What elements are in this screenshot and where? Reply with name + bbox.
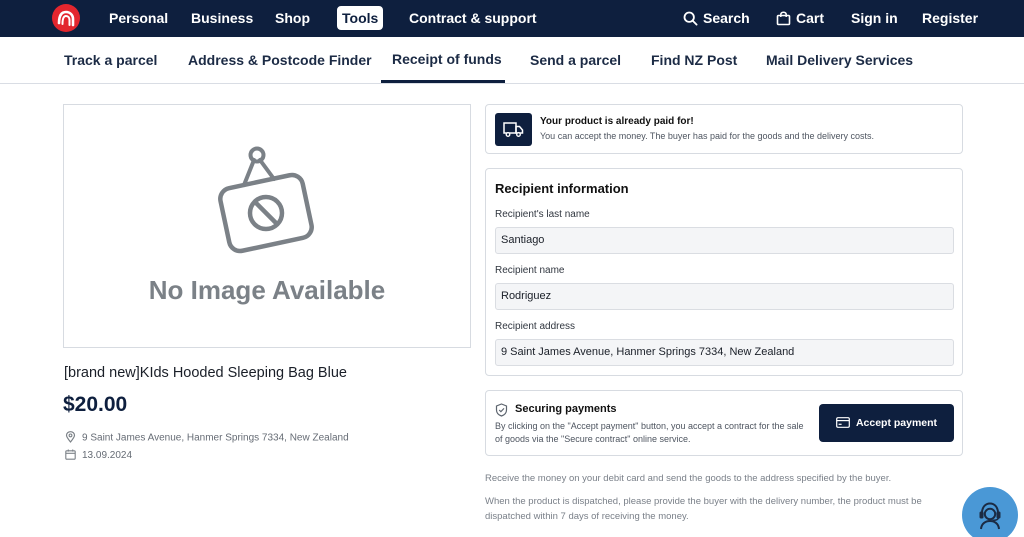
payment-status-card: Your product is already paid for! You ca…	[485, 104, 963, 154]
active-tab-indicator	[381, 80, 505, 83]
cart-link[interactable]: Cart	[776, 0, 824, 37]
tab-find-nz-post[interactable]: Find NZ Post	[651, 37, 737, 84]
topnav-tools[interactable]: Tools	[337, 6, 384, 30]
recipient-heading: Recipient information	[495, 181, 629, 196]
recipient-last-name-label: Recipient's last name	[495, 209, 590, 220]
sign-in-link[interactable]: Sign in	[851, 0, 898, 37]
nz-post-logo-icon[interactable]	[52, 4, 80, 32]
topnav-business[interactable]: Business	[191, 0, 253, 37]
recipient-address-field[interactable]: 9 Saint James Avenue, Hanmer Springs 733…	[495, 339, 954, 366]
product-image: No Image Available	[63, 104, 471, 348]
product-title: [brand new]KIds Hooded Sleeping Bag Blue	[64, 365, 347, 381]
search-label: Search	[703, 10, 750, 26]
topnav-personal[interactable]: Personal	[109, 0, 168, 37]
recipient-name-label: Recipient name	[495, 265, 565, 276]
calendar-icon	[65, 449, 76, 460]
product-date-text: 13.09.2024	[82, 450, 133, 462]
instruction-note-1: Receive the money on your debit card and…	[485, 473, 892, 484]
secure-payment-card: Securing payments By clicking on the "Ac…	[485, 390, 963, 456]
tab-address-postcode-finder[interactable]: Address & Postcode Finder	[188, 37, 372, 84]
tab-track-a-parcel[interactable]: Track a parcel	[64, 37, 157, 84]
payment-status-title: Your product is already paid for!	[540, 116, 694, 127]
tab-receipt-of-funds[interactable]: Receipt of funds	[392, 37, 502, 84]
secure-payment-title: Securing payments	[515, 403, 617, 415]
product-price: $20.00	[63, 393, 128, 416]
instruction-note-2: When the product is dispatched, please p…	[485, 496, 922, 522]
shield-check-icon	[495, 403, 508, 417]
credit-card-icon	[836, 416, 850, 428]
product-location-text: 9 Saint James Avenue, Hanmer Springs 733…	[82, 432, 349, 444]
product-date: 13.09.2024	[65, 449, 133, 462]
search-link[interactable]: Search	[683, 0, 750, 37]
topnav-contract-support[interactable]: Contract & support	[409, 0, 537, 37]
product-location: 9 Saint James Avenue, Hanmer Springs 733…	[65, 431, 349, 444]
delivery-truck-icon	[495, 113, 532, 146]
secure-payment-text: By clicking on the "Accept payment" butt…	[495, 421, 804, 444]
recipient-information-card: Recipient information Recipient's last n…	[485, 168, 963, 376]
tab-send-a-parcel[interactable]: Send a parcel	[530, 37, 621, 84]
cart-label: Cart	[796, 10, 825, 26]
payment-status-text: You can accept the money. The buyer has …	[540, 131, 875, 141]
recipient-name-field[interactable]: Rodriguez	[495, 283, 954, 310]
location-pin-icon	[65, 431, 76, 443]
no-image-sign-icon	[218, 146, 314, 254]
tab-mail-delivery-services[interactable]: Mail Delivery Services	[766, 37, 913, 84]
support-chat-button[interactable]	[962, 487, 1018, 537]
recipient-last-name-field[interactable]: Santiago	[495, 227, 954, 254]
top-navigation-bar: Personal Business Shop Tools Contract & …	[0, 0, 1024, 37]
tools-subnav: Track a parcel Address & Postcode Finder…	[0, 37, 1024, 84]
shopping-bag-icon	[776, 11, 791, 26]
recipient-address-label: Recipient address	[495, 321, 576, 332]
search-icon	[683, 11, 698, 26]
accept-payment-label: Accept payment	[855, 417, 938, 429]
accept-payment-button[interactable]: Accept payment	[819, 404, 954, 442]
no-image-text: No Image Available	[148, 275, 386, 305]
register-link[interactable]: Register	[922, 0, 978, 37]
topnav-shop[interactable]: Shop	[275, 0, 310, 37]
support-agent-icon	[979, 502, 1001, 530]
